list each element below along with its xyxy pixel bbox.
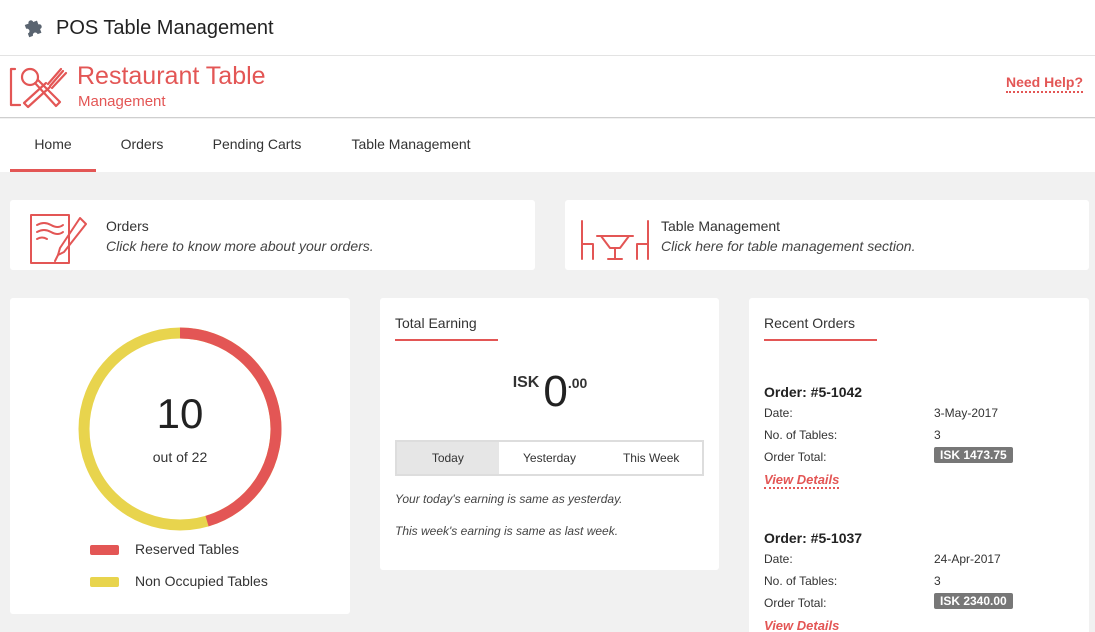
- reserved-count: 10: [156, 390, 204, 437]
- earning-note-week: This week's earning is same as last week…: [395, 524, 619, 538]
- earning-note-today: Your today's earning is same as yesterda…: [395, 492, 623, 506]
- order-id: Order: #5-1042: [764, 384, 863, 400]
- order-item: Order: #5-1042 Date: 3-May-2017 No. of T…: [764, 384, 1064, 494]
- recent-orders-heading: Recent Orders: [764, 315, 877, 341]
- order-tables-label: No. of Tables:: [764, 428, 838, 442]
- orders-shortcut-title: Orders: [106, 218, 149, 234]
- earning-integer: 0: [543, 367, 568, 416]
- brand-title: Restaurant Table: [77, 62, 266, 90]
- order-date-label: Date:: [764, 406, 793, 420]
- order-date: 24-Apr-2017: [934, 552, 1001, 566]
- period-this-week-button[interactable]: This Week: [600, 442, 702, 474]
- legend-swatch-reserved: [90, 545, 119, 555]
- legend-label-reserved: Reserved Tables: [135, 541, 240, 557]
- view-details-link[interactable]: View Details: [764, 472, 840, 489]
- brand-subtitle: Management: [78, 93, 166, 110]
- order-document-icon: [30, 214, 87, 264]
- recent-orders-card: Recent Orders Order: #5-1042 Date: 3-May…: [749, 298, 1089, 632]
- order-tables: 3: [934, 428, 941, 442]
- orders-shortcut-desc: Click here to know more about your order…: [106, 238, 374, 254]
- period-today-button[interactable]: Today: [397, 442, 499, 474]
- dining-table-icon: [581, 220, 649, 260]
- order-tables-label: No. of Tables:: [764, 574, 838, 588]
- period-yesterday-button[interactable]: Yesterday: [499, 442, 601, 474]
- table-management-shortcut-title: Table Management: [661, 218, 781, 234]
- order-total-badge: ISK 2340.00: [934, 593, 1013, 609]
- earning-amount: ISK0.00: [380, 370, 720, 414]
- tab-pending-carts[interactable]: Pending Carts: [196, 119, 318, 172]
- earning-period-selector: Today Yesterday This Week: [395, 440, 704, 476]
- tab-table-management[interactable]: Table Management: [334, 119, 488, 172]
- tab-orders[interactable]: Orders: [106, 119, 178, 172]
- order-tables: 3: [934, 574, 941, 588]
- earning-decimal: .00: [567, 375, 588, 391]
- app-header: POS Table Management: [0, 0, 1095, 56]
- need-help-link[interactable]: Need Help?: [1005, 74, 1083, 93]
- orders-shortcut-card[interactable]: Orders Click here to know more about you…: [10, 200, 535, 270]
- order-total-badge: ISK 1473.75: [934, 447, 1013, 463]
- earning-heading: Total Earning: [395, 315, 498, 341]
- order-id: Order: #5-1037: [764, 530, 863, 546]
- total-earning-card: Total Earning ISK0.00 Today Yesterday Th…: [380, 298, 719, 570]
- legend-label-non-occupied: Non Occupied Tables: [135, 573, 268, 589]
- order-total-label: Order Total:: [764, 450, 827, 464]
- view-details-link[interactable]: View Details: [764, 618, 839, 632]
- utensils-icon: [9, 67, 68, 109]
- legend-swatch-non-occupied: [90, 577, 119, 587]
- table-management-shortcut-desc: Click here for table management section.: [661, 238, 916, 254]
- order-total-label: Order Total:: [764, 596, 827, 610]
- app-title: POS Table Management: [56, 17, 274, 39]
- total-tables-label: out of 22: [152, 449, 208, 465]
- puzzle-icon: [24, 20, 42, 38]
- order-date-label: Date:: [764, 552, 793, 566]
- brand-bar: Restaurant Table Management Need Help?: [0, 56, 1095, 118]
- order-date: 3-May-2017: [934, 406, 999, 420]
- table-management-shortcut-card[interactable]: Table Management Click here for table ma…: [565, 200, 1089, 270]
- main-nav: Home Orders Pending Carts Table Manageme…: [0, 119, 1095, 172]
- tab-home[interactable]: Home: [10, 119, 96, 172]
- earning-currency: ISK: [512, 374, 540, 391]
- table-occupancy-card: 10 out of 22 Reserved Tables Non Occupie…: [10, 298, 350, 614]
- order-item: Order: #5-1037 Date: 24-Apr-2017 No. of …: [764, 530, 1064, 632]
